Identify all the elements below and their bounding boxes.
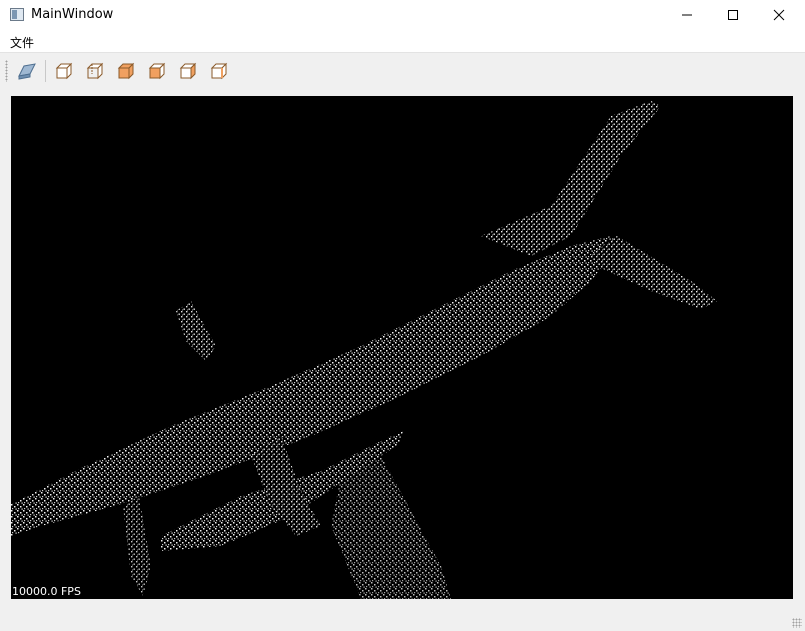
open-file-icon (18, 63, 36, 80)
aircraft-upper-wing (481, 101, 661, 256)
app-window-icon (10, 8, 24, 21)
close-button[interactable] (756, 0, 802, 30)
title-bar: MainWindow (0, 0, 805, 30)
point-cloud-viewport[interactable]: 10000.0 FPS (11, 96, 793, 599)
toolbar-grip[interactable] (5, 60, 8, 82)
view-bottom-button[interactable] (145, 59, 169, 83)
view-front-button[interactable] (52, 59, 76, 83)
cube-right-icon (210, 62, 228, 80)
open-file-button[interactable] (14, 59, 38, 83)
maximize-button[interactable] (710, 0, 756, 30)
view-back-button[interactable] (83, 59, 107, 83)
point-cloud-render (11, 101, 717, 599)
minimize-button[interactable] (664, 0, 710, 30)
point-cloud-fragment (123, 496, 151, 596)
minimize-icon (682, 14, 692, 16)
fps-counter: 10000.0 FPS (12, 585, 81, 598)
menu-bar: 文件 (0, 30, 805, 52)
toolbar-separator (45, 60, 46, 82)
cube-top-icon (117, 62, 135, 80)
cube-bottom-icon (148, 62, 166, 80)
point-cloud-fragment (176, 301, 216, 361)
toolbar (0, 52, 805, 88)
menu-file[interactable]: 文件 (10, 34, 34, 51)
cube-front-icon (55, 62, 73, 80)
view-right-button[interactable] (207, 59, 231, 83)
maximize-icon (728, 10, 738, 20)
aircraft-wing-shadow (331, 456, 451, 599)
status-bar (0, 605, 805, 631)
view-top-button[interactable] (114, 59, 138, 83)
resize-grip[interactable] (792, 618, 802, 628)
close-icon (773, 9, 785, 21)
cube-left-icon (179, 62, 197, 80)
view-left-button[interactable] (176, 59, 200, 83)
window-title: MainWindow (31, 7, 114, 22)
aircraft-tail (589, 236, 717, 309)
cube-back-icon (86, 62, 104, 80)
